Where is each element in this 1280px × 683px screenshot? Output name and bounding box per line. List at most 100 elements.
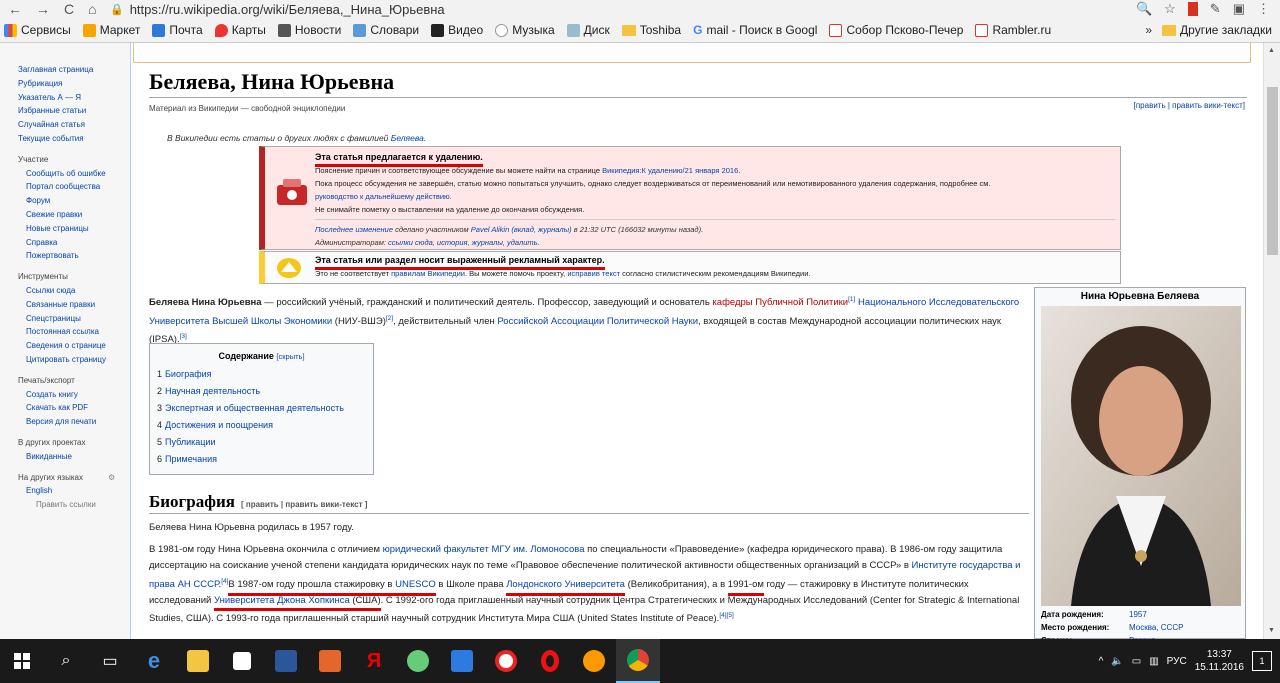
toc-hide-button[interactable]: [скрыть] <box>276 352 304 361</box>
toc-item[interactable]: 1 Биография <box>157 366 366 383</box>
sidebar-link[interactable]: Свежие правки <box>18 208 130 222</box>
sidebar-link[interactable]: Текущие события <box>18 132 130 146</box>
language-link[interactable]: English <box>18 484 130 498</box>
media-icon[interactable] <box>308 639 352 683</box>
sidebar-link[interactable]: Связанные правки <box>18 298 130 312</box>
bookmark-maps[interactable]: Карты <box>214 23 266 37</box>
msu-link[interactable]: юридический факультет МГУ им. Ломоносова <box>383 544 585 555</box>
edge-icon[interactable]: e <box>132 639 176 683</box>
guide-link[interactable]: руководство к дальнейшему действию. <box>315 192 452 201</box>
gear-icon[interactable]: ⚙ <box>108 471 115 485</box>
reload-button[interactable]: C <box>64 1 74 17</box>
chevron-up-icon[interactable]: ^ <box>1099 656 1104 667</box>
bookmark-market[interactable]: Маркет <box>82 23 140 37</box>
bookmark-video[interactable]: Видео <box>431 23 483 37</box>
bookmark-google[interactable]: Gmail - Поиск в Googl <box>693 23 817 37</box>
ref-link[interactable]: [3] <box>180 333 187 340</box>
admin-links[interactable]: ссылки сюда, история, журналы, удалить. <box>388 238 540 247</box>
sidebar-link[interactable]: Скачать как PDF <box>18 401 130 415</box>
bookmark-music[interactable]: Музыка <box>495 23 555 37</box>
bookmark-rambler[interactable]: Rambler.ru <box>975 23 1051 37</box>
rules-link[interactable]: правилам Википедии <box>391 269 465 278</box>
yandex-browser-icon[interactable] <box>484 639 528 683</box>
sidebar-link[interactable]: Портал сообщества <box>18 180 130 194</box>
section-edit-links[interactable]: [ править | править вики-текст ] <box>241 500 367 509</box>
sidebar-link[interactable]: Викиданные <box>18 450 130 464</box>
hatnote-link[interactable]: Беляева <box>391 133 424 143</box>
portrait-photo[interactable] <box>1041 306 1241 606</box>
sidebar-link[interactable]: Цитировать страницу <box>18 353 130 367</box>
sidebar-link[interactable]: Справка <box>18 236 130 250</box>
home-button[interactable]: ⌂ <box>88 1 96 17</box>
star-icon[interactable]: ☆ <box>1164 1 1176 17</box>
store-icon[interactable] <box>220 639 264 683</box>
sidebar-link[interactable]: Постоянная ссылка <box>18 325 130 339</box>
chair-link[interactable]: кафедры Публичной Политики <box>712 297 848 308</box>
forward-button[interactable]: → <box>36 1 50 17</box>
url-field[interactable]: 🔒 https://ru.wikipedia.org/wiki/Беляева,… <box>110 2 1136 17</box>
association-link[interactable]: Российской Ассоциации Политической Науки <box>497 316 698 327</box>
bookmark-disk[interactable]: Диск <box>566 23 610 37</box>
bookmark-news[interactable]: Новости <box>277 23 341 37</box>
network-icon[interactable]: ▥ <box>1149 656 1158 667</box>
yandex-icon[interactable]: Я <box>352 639 396 683</box>
edit-interlanguage-links[interactable]: Править ссылки <box>18 498 130 512</box>
edit-links[interactable]: [править | править вики-текст] <box>1134 101 1245 110</box>
other-bookmarks[interactable]: Другие закладки <box>1162 23 1272 37</box>
bookmark-sobor[interactable]: Собор Псково-Печер <box>829 23 963 37</box>
scroll-down-icon[interactable]: ▼ <box>1268 627 1275 634</box>
notification-center-button[interactable]: 1 <box>1252 651 1272 671</box>
toc-item[interactable]: 2 Научная деятельность <box>157 383 366 400</box>
explorer-icon[interactable] <box>176 639 220 683</box>
mail-icon[interactable] <box>440 639 484 683</box>
bookmark-dictionaries[interactable]: Словари <box>353 23 419 37</box>
task-view-icon[interactable]: ▭ <box>88 639 132 683</box>
language-indicator[interactable]: РУС <box>1167 656 1187 667</box>
search-icon[interactable]: ⌕ <box>44 639 88 683</box>
sidebar-link[interactable]: Создать книгу <box>18 388 130 402</box>
sidebar-link[interactable]: Случайная статья <box>18 118 130 132</box>
chrome-icon[interactable] <box>616 639 660 683</box>
sidebar-link[interactable]: Форум <box>18 194 130 208</box>
battery-icon[interactable]: ▭ <box>1132 656 1141 667</box>
extension-icon[interactable] <box>1187 2 1198 16</box>
page-scrollbar[interactable]: ▲ ▼ <box>1263 43 1280 639</box>
volume-icon[interactable]: 🔈 <box>1111 656 1123 667</box>
deletion-discussion-link[interactable]: Википедия:К удалению/21 января 2016 <box>602 166 738 175</box>
opera-icon[interactable] <box>528 639 572 683</box>
birth-year-link[interactable]: 1957 <box>1129 610 1147 619</box>
extension2-icon[interactable]: ✎ <box>1210 1 1221 17</box>
bookmark-toshiba[interactable]: Toshiba <box>621 23 681 37</box>
sidebar-link[interactable]: Новые страницы <box>18 222 130 236</box>
birth-place-link[interactable]: Москва, СССР <box>1129 623 1183 632</box>
zoom-icon[interactable]: 🔍 <box>1136 1 1152 17</box>
back-button[interactable]: ← <box>8 1 22 17</box>
sidebar-link[interactable]: Указатель А — Я <box>18 91 130 105</box>
last-change-link[interactable]: Последнее изменение <box>315 225 393 234</box>
sidebar-link[interactable]: Заглавная страница <box>18 63 130 77</box>
page-edit-links[interactable]: [править | править вики-текст] <box>1134 101 1245 110</box>
sidebar-link[interactable]: Ссылки сюда <box>18 284 130 298</box>
london-university-link[interactable]: Лондонского Университета <box>506 577 625 596</box>
sidebar-link[interactable]: Избранные статьи <box>18 104 130 118</box>
bookmark-mail[interactable]: Почта <box>152 23 203 37</box>
fix-text-link[interactable]: исправив текст <box>567 269 620 278</box>
sidebar-link[interactable]: Сообщить об ошибке <box>18 167 130 181</box>
sidebar-link[interactable]: Версия для печати <box>18 415 130 429</box>
toc-item[interactable]: 3 Экспертная и общественная деятельность <box>157 400 366 417</box>
menu-icon[interactable]: ⋮ <box>1257 1 1270 17</box>
toc-item[interactable]: 6 Примечания <box>157 451 366 468</box>
ref-link[interactable]: [4] <box>719 612 726 619</box>
word-icon[interactable] <box>264 639 308 683</box>
unesco-link[interactable]: UNESCO <box>395 579 436 590</box>
sidebar-link[interactable]: Рубрикация <box>18 77 130 91</box>
clock[interactable]: 13:37 15.11.2016 <box>1195 648 1244 674</box>
more-bookmarks-button[interactable]: » <box>1145 23 1152 37</box>
ref-link[interactable]: [5] <box>727 612 734 619</box>
user-link[interactable]: Pavel Alikin (вклад, журналы) <box>471 225 572 234</box>
toc-item[interactable]: 4 Достижения и поощрения <box>157 417 366 434</box>
extension3-icon[interactable]: ▣ <box>1233 1 1245 17</box>
app-circle-icon[interactable] <box>396 639 440 683</box>
ref-link[interactable]: [4] <box>221 578 228 585</box>
toc-item[interactable]: 5 Публикации <box>157 434 366 451</box>
